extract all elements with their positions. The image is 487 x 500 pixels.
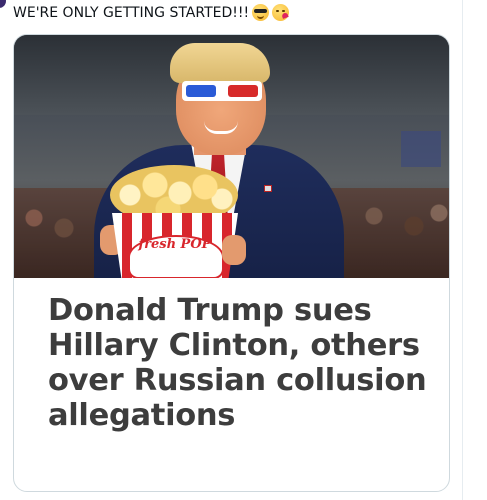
tweet-text: WE'RE ONLY GETTING STARTED!!! (13, 4, 250, 21)
tweet-body: WE'RE ONLY GETTING STARTED!!! (13, 4, 290, 21)
flag-pin (264, 185, 272, 192)
right-hand (222, 235, 246, 265)
link-card[interactable]: fresh POP Donald Trump sues Hillary Clin… (13, 34, 450, 492)
red-lens (228, 85, 258, 97)
3d-glasses-icon (182, 81, 262, 101)
card-headline[interactable]: Donald Trump sues Hillary Clinton, other… (48, 293, 448, 433)
tweet-container: WE'RE ONLY GETTING STARTED!!! fresh POP … (0, 0, 487, 500)
card-image[interactable]: fresh POP (14, 35, 449, 278)
avatar[interactable] (0, 0, 6, 8)
blue-lens (186, 85, 216, 97)
column-divider (462, 0, 463, 500)
hair (170, 43, 270, 83)
background-banner (401, 131, 441, 167)
popcorn-box-label-text: fresh POP (138, 237, 212, 252)
person-figure: fresh POP (86, 35, 346, 278)
sunglasses-emoji-icon (252, 4, 270, 21)
kiss-emoji-icon (272, 4, 290, 21)
